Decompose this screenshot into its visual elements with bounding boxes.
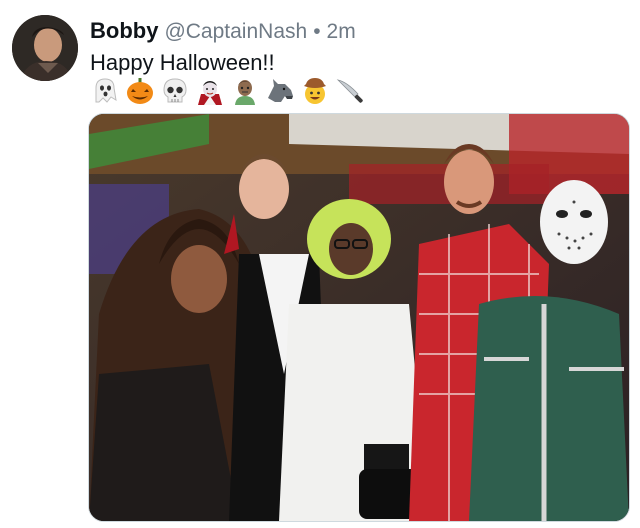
cowboy-emoji: [304, 78, 326, 104]
emoji-row: [90, 76, 365, 108]
tweet-text: Happy Halloween!!: [90, 50, 275, 75]
header-separator: •: [313, 20, 321, 43]
author-avatar[interactable]: [12, 15, 78, 81]
tweet-header: Bobby @CaptainNash • 2m: [90, 18, 356, 46]
ghost-emoji: [95, 78, 117, 103]
tweet-timestamp[interactable]: 2m: [327, 20, 356, 44]
author-handle[interactable]: @CaptainNash: [164, 20, 307, 44]
skull-emoji: [163, 78, 187, 103]
vampire-emoji: [198, 81, 222, 105]
jack-o-lantern-emoji: [127, 78, 153, 104]
halloween-group-photo: [89, 114, 629, 521]
zombie-emoji: [235, 80, 255, 105]
tweet-photo[interactable]: [88, 113, 630, 522]
author-name[interactable]: Bobby: [90, 18, 158, 44]
knife-emoji: [336, 79, 363, 103]
wolf-emoji: [268, 79, 293, 102]
avatar-image: [12, 15, 78, 81]
